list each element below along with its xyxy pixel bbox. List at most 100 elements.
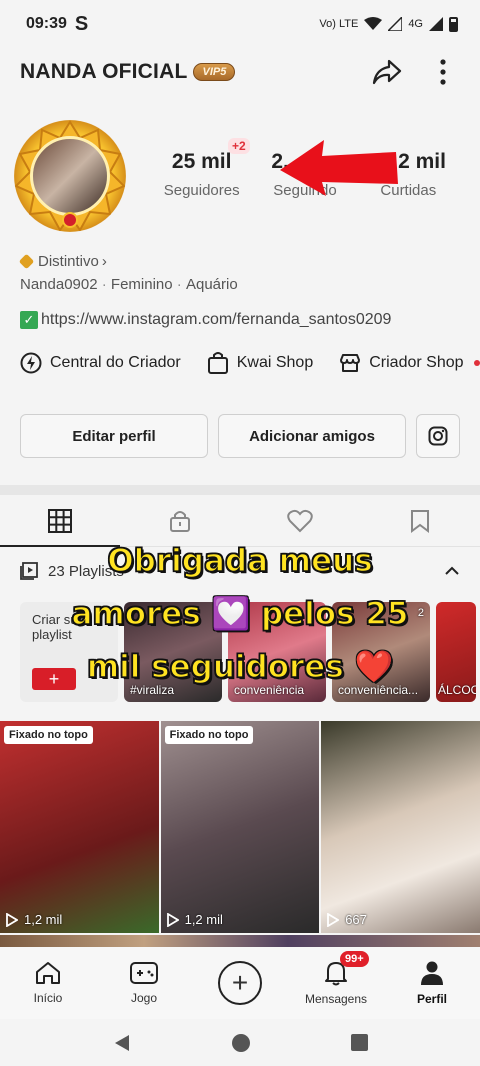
grid-icon [48, 508, 72, 533]
view-count-text: 1,2 mil [24, 912, 63, 927]
red-arrow-icon [280, 140, 398, 196]
badge-label: Distintivo [38, 253, 99, 270]
profile-header: NANDA OFICIAL VIP5 [0, 48, 480, 96]
bio-link[interactable]: ✓ https://www.instagram.com/fernanda_san… [20, 311, 391, 329]
bag-icon [207, 352, 228, 374]
avatar-level-badge [62, 212, 78, 228]
nav-home[interactable]: Início [0, 947, 96, 1019]
nav-messages[interactable]: 99+ Mensagens [288, 947, 384, 1019]
network-type: 4G [408, 18, 423, 30]
wifi-icon [364, 17, 383, 30]
recents-icon[interactable] [350, 1034, 368, 1051]
battery-icon [449, 16, 458, 32]
chevron-right-icon: › [101, 253, 107, 270]
add-friends-button[interactable]: Adicionar amigos [218, 414, 406, 458]
plus-icon: + [218, 961, 262, 1005]
home-button-icon[interactable] [231, 1033, 251, 1053]
check-icon: ✓ [20, 311, 38, 329]
view-count: 1,2 mil [166, 912, 223, 927]
nav-label: Perfil [416, 992, 447, 1006]
heart-icon [287, 509, 313, 532]
messages-badge: 99+ [340, 951, 369, 967]
gender: Feminino [110, 276, 173, 293]
signal-icon [388, 17, 403, 31]
pinned-badge: Fixado no topo [4, 726, 93, 744]
profile-actions: Editar perfil Adicionar amigos [20, 414, 460, 458]
edit-profile-button[interactable]: Editar perfil [20, 414, 208, 458]
home-icon [36, 962, 60, 984]
zodiac-sign: Aquário [185, 276, 238, 293]
carrier-icon: S [74, 12, 89, 35]
profile-name: NANDA OFICIAL [20, 60, 188, 83]
status-bar: 09:39 S Vo) LTE 4G [0, 0, 480, 48]
status-time: 09:39 [26, 15, 67, 32]
playlist-card[interactable]: ÁLCOOL [436, 602, 476, 702]
nav-create[interactable]: + [192, 947, 288, 1019]
shortcut-label: Kwai Shop [236, 354, 314, 371]
bookmark-icon [411, 509, 429, 533]
nav-label: Mensagens [304, 992, 368, 1006]
shortcut-label: Central do Criador [50, 354, 181, 371]
share-icon[interactable] [370, 55, 404, 89]
playlist-caption: ÁLCOOL [438, 683, 476, 697]
avatar[interactable] [14, 120, 126, 232]
nav-label: Início [33, 991, 63, 1005]
new-followers-badge: +2 [228, 138, 250, 154]
status-icons: Vo) LTE 4G [319, 16, 458, 32]
stat-followers[interactable]: 25 mil Seguidores +2 [150, 138, 253, 199]
lightning-icon [20, 352, 42, 374]
play-icon [327, 912, 340, 927]
shortcut-kwai-shop[interactable]: Kwai Shop [207, 351, 314, 375]
overlay-line-2: amores 💟 pelos 25 [71, 595, 410, 633]
profile-info: Distintivo › Nanda0902 · Feminino · Aquá… [18, 253, 238, 299]
overlay-line-1: Obrigada meus [107, 542, 374, 580]
volte-icon: Vo) LTE [319, 18, 359, 30]
separator: · [172, 276, 186, 293]
nav-label: Jogo [130, 991, 158, 1005]
lock-icon [170, 510, 190, 532]
vip-badge[interactable]: VIP5 [193, 63, 236, 81]
badge-hexagon-icon [18, 253, 35, 270]
bio-link-text[interactable]: https://www.instagram.com/fernanda_santo… [41, 311, 391, 329]
gamepad-icon [130, 962, 158, 984]
notification-dot [473, 360, 480, 366]
pinned-badge: Fixado no topo [164, 726, 254, 744]
signal-icon-2 [429, 17, 443, 31]
video-thumbnail[interactable]: 667 [321, 721, 480, 933]
video-grid: Fixado no topo 1,2 mil Fixado no topo 1,… [0, 721, 480, 933]
instagram-icon [428, 426, 448, 446]
shortcut-creator-center[interactable]: Central do Criador [20, 351, 181, 375]
store-icon [340, 354, 361, 372]
next-row-preview [0, 935, 480, 947]
instagram-button[interactable] [416, 414, 460, 458]
username: Nanda0902 [20, 276, 98, 293]
section-divider [0, 485, 480, 495]
chevron-up-icon[interactable] [444, 566, 460, 576]
video-overlay-caption: Obrigada meus amores 💟 pelos 25 mil segu… [40, 535, 440, 694]
shortcut-label: Criador Shop [369, 354, 464, 371]
overlay-line-3: mil seguidores ❤️ [86, 648, 394, 686]
followers-label: Seguidores [163, 182, 240, 199]
separator: · [97, 276, 111, 293]
badge-row[interactable]: Distintivo › [18, 253, 238, 270]
view-count: 667 [327, 912, 367, 927]
more-vertical-icon[interactable] [426, 55, 460, 89]
back-icon[interactable] [113, 1034, 131, 1052]
system-navigation [0, 1019, 480, 1066]
shortcut-creator-shop[interactable]: Criador Shop [339, 351, 480, 375]
playlist-icon [20, 562, 38, 580]
view-count-text: 667 [345, 912, 367, 927]
creator-shortcuts: Central do Criador Kwai Shop Criador Sho… [20, 351, 480, 375]
bottom-navigation: Início Jogo + 99+ Mensagens Perfil [0, 947, 480, 1019]
profile-details: Nanda0902 · Feminino · Aquário [20, 276, 238, 293]
person-icon [421, 961, 443, 985]
video-thumbnail[interactable]: Fixado no topo 1,2 mil [160, 721, 320, 933]
play-icon [6, 912, 18, 927]
avatar-image [30, 136, 110, 216]
video-thumbnail[interactable]: Fixado no topo 1,2 mil [0, 721, 159, 933]
nav-game[interactable]: Jogo [96, 947, 192, 1019]
play-icon [166, 912, 179, 927]
view-count: 1,2 mil [6, 912, 62, 927]
view-count-text: 1,2 mil [184, 912, 223, 927]
nav-profile[interactable]: Perfil [384, 947, 480, 1019]
